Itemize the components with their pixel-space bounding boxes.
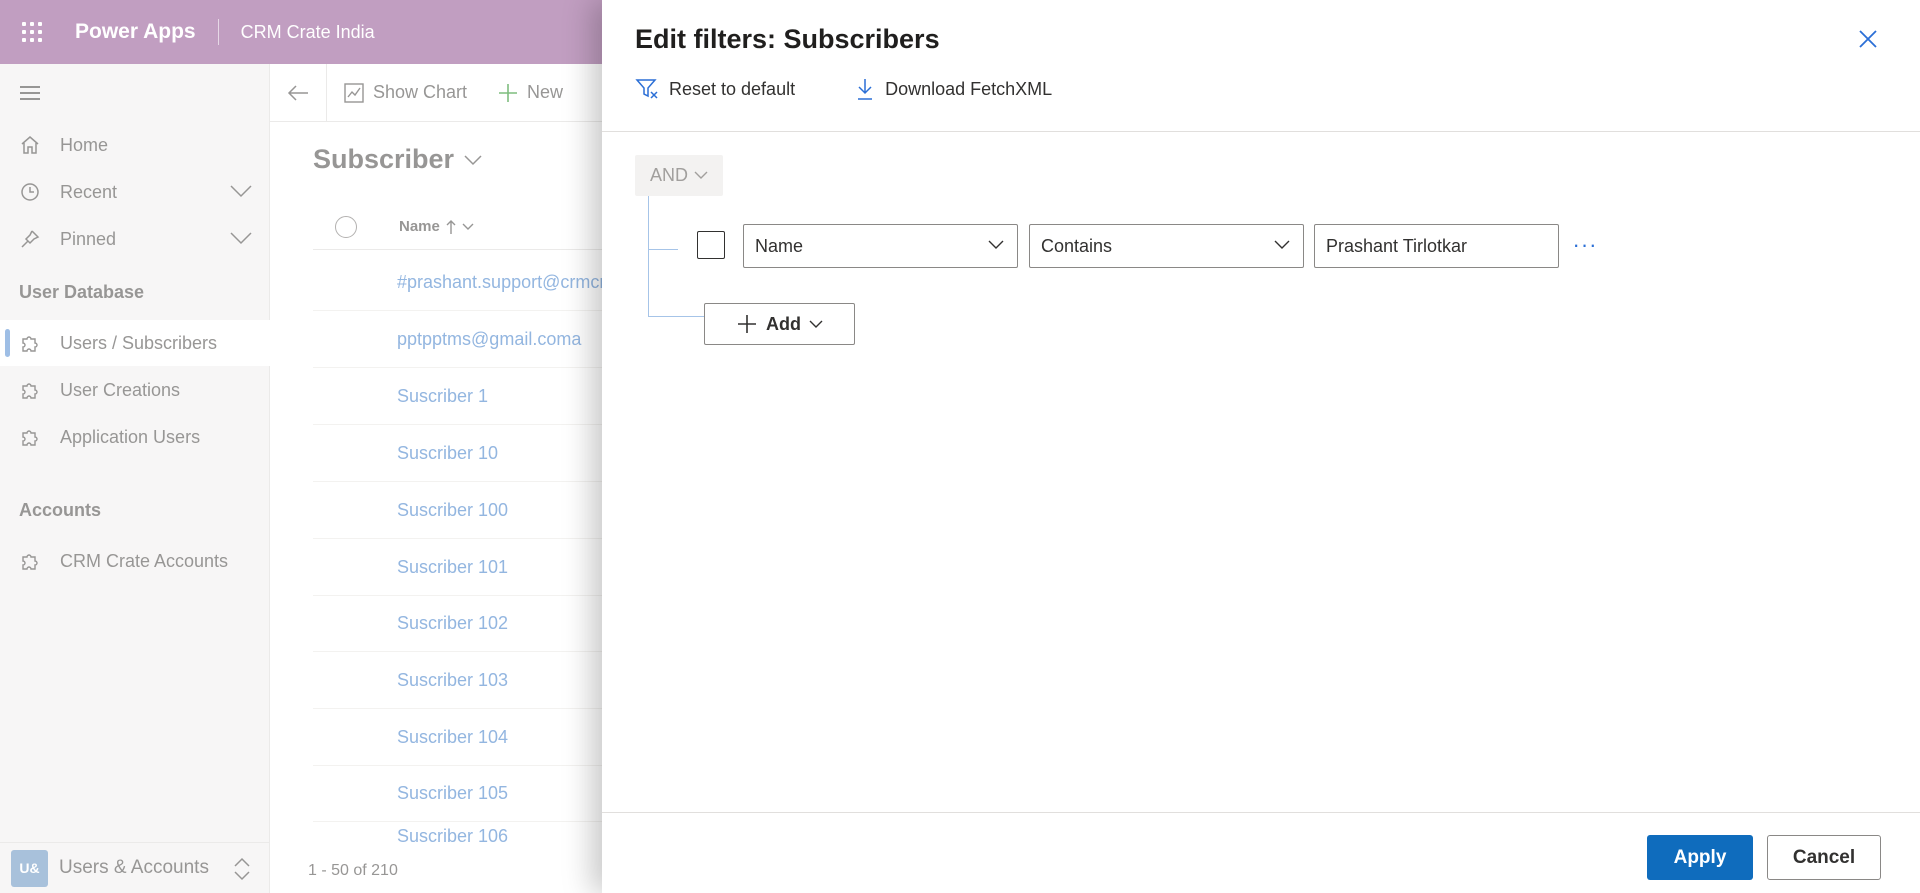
download-icon xyxy=(858,79,873,100)
panel-title: Edit filters: Subscribers xyxy=(635,24,940,54)
chevron-down-icon xyxy=(1274,240,1290,249)
chevron-down-icon xyxy=(694,171,708,179)
download-fetchxml-button[interactable]: Download FetchXML xyxy=(855,77,1052,101)
more-icon: ··· xyxy=(1572,232,1598,257)
add-condition-button[interactable]: Add xyxy=(704,303,855,345)
more-options-button[interactable]: ··· xyxy=(1570,230,1600,260)
value-input[interactable] xyxy=(1314,224,1559,268)
operator-dropdown[interactable]: Contains xyxy=(1029,224,1304,268)
tree-connector xyxy=(648,249,678,250)
edit-filters-panel: Edit filters: Subscribers Reset to defau… xyxy=(602,0,1920,893)
close-icon xyxy=(1859,30,1877,48)
divider xyxy=(602,131,1920,132)
group-operator-dropdown[interactable]: AND xyxy=(635,155,723,196)
condition-row-checkbox[interactable] xyxy=(697,231,725,259)
plus-icon xyxy=(738,315,756,333)
panel-command-bar: Reset to default Download FetchXML xyxy=(635,77,1112,101)
chevron-down-icon xyxy=(809,320,823,328)
filter-clear-icon xyxy=(635,79,658,99)
field-dropdown[interactable]: Name xyxy=(743,224,1018,268)
apply-button[interactable]: Apply xyxy=(1647,835,1753,880)
cancel-button[interactable]: Cancel xyxy=(1767,835,1881,880)
reset-to-default-button[interactable]: Reset to default xyxy=(635,78,795,100)
tree-connector xyxy=(648,316,706,317)
tree-connector xyxy=(648,196,649,316)
chevron-down-icon xyxy=(988,240,1004,249)
close-button[interactable] xyxy=(1856,27,1880,51)
divider xyxy=(602,812,1920,813)
